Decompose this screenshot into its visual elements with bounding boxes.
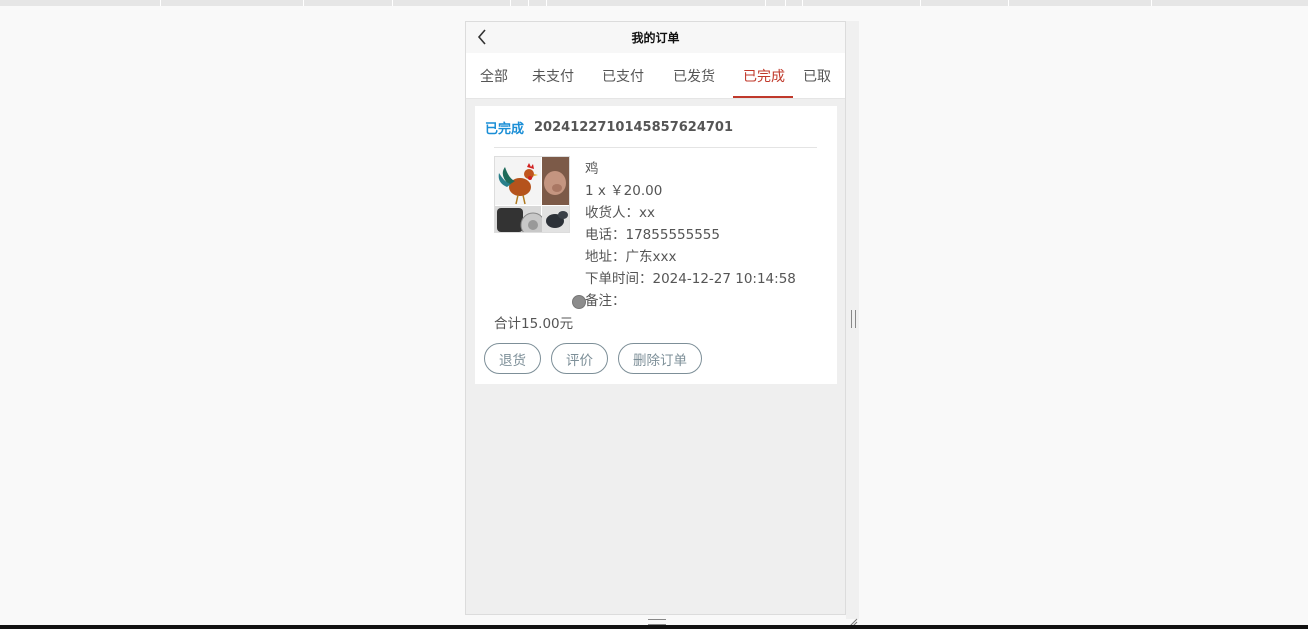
note: 备注： (585, 293, 626, 309)
tab-cancelled[interactable]: 已取 (793, 53, 845, 98)
tab-shipped[interactable]: 已发货 (663, 53, 733, 98)
order-total: 合计15.00元 (494, 316, 574, 332)
order-status-tabs: 全部 未支付 已支付 已发货 已完成 已取 (466, 53, 845, 99)
divider (494, 147, 817, 148)
tab-unpaid[interactable]: 未支付 (522, 53, 592, 98)
order-actions: 退货 评价 删除订单 (484, 343, 712, 374)
back-arrow-icon[interactable] (475, 28, 491, 46)
review-button[interactable]: 评价 (551, 343, 608, 374)
receiver: 收货人：xx (585, 205, 655, 221)
top-ruler (0, 0, 1308, 6)
return-button[interactable]: 退货 (484, 343, 541, 374)
product-thumbnail[interactable] (494, 156, 570, 233)
phone: 电话：17855555555 (585, 227, 720, 243)
page-title: 我的订单 (631, 31, 680, 45)
product-name: 鸡 (585, 161, 599, 177)
tab-completed[interactable]: 已完成 (733, 53, 793, 98)
quantity-price: 1 x ￥20.00 (585, 183, 663, 199)
order-time: 下单时间：2024-12-27 10:14:58 (585, 271, 796, 287)
status-badge: 已完成 (485, 122, 525, 137)
resize-handle-right[interactable] (851, 310, 856, 328)
touch-cursor-icon (572, 295, 586, 309)
order-number: 20241227101458576247​01 (534, 120, 734, 135)
tab-all[interactable]: 全部 (466, 53, 522, 98)
delete-order-button[interactable]: 删除订单 (618, 343, 702, 374)
order-header: 已完成 20241227101458576247​01 (485, 118, 733, 137)
mobile-viewport: 我的订单 全部 未支付 已支付 已发货 已完成 已取 已完成 202412271… (465, 21, 846, 615)
navbar: 我的订单 (466, 22, 845, 53)
bottom-bar (0, 625, 1308, 629)
tab-paid[interactable]: 已支付 (592, 53, 663, 98)
address: 地址：广东xxx (585, 249, 677, 265)
order-card: 已完成 20241227101458576247​01 (475, 106, 837, 384)
order-details: 鸡 1 x ￥20.00 收货人：xx 电话：17855555555 地址：广东… (585, 158, 796, 312)
